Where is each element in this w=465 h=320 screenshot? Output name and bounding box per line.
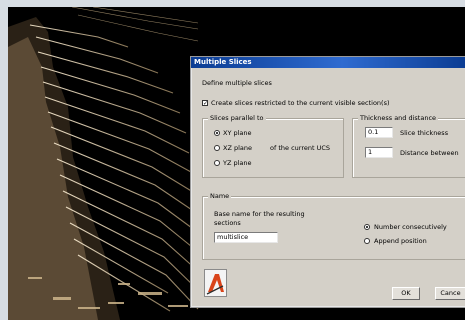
slice-thickness-label: Slice thickness	[400, 129, 449, 137]
number-consecutively-radio[interactable]	[364, 224, 370, 230]
append-position-label: Append position	[374, 237, 427, 245]
xz-plane-radio[interactable]	[214, 145, 220, 151]
dialog-title: Multiple Slices	[191, 57, 465, 68]
app-frame: Multiple Slices Define multiple slices ✓…	[0, 0, 465, 320]
xy-plane-radio[interactable]	[214, 130, 220, 136]
dialog-subtitle: Define multiple slices	[202, 79, 272, 87]
base-name-label-line2: sections	[214, 219, 241, 227]
slices-parallel-title: Slices parallel to	[208, 114, 266, 122]
slice-thickness-field[interactable]: 0.1	[365, 127, 393, 138]
number-consecutively-label: Number consecutively	[374, 223, 447, 231]
distance-between-label: Distance between	[400, 149, 459, 157]
cancel-button[interactable]: Cance	[435, 287, 465, 300]
xy-plane-label: XY plane	[223, 129, 252, 137]
xz-plane-label: XZ plane	[223, 144, 253, 152]
name-group-title: Name	[208, 192, 232, 200]
append-position-radio[interactable]	[364, 238, 370, 244]
restrict-slices-checkbox[interactable]: ✓	[202, 100, 208, 107]
yz-plane-radio[interactable]	[214, 160, 220, 166]
distance-between-field[interactable]: 1	[365, 147, 393, 158]
thickness-distance-group: Thickness and distance 0.1 Slice thickne…	[352, 114, 465, 178]
base-name-input[interactable]: multislice	[214, 232, 278, 243]
application-logo-icon	[204, 269, 227, 297]
thickness-distance-title: Thickness and distance	[358, 114, 439, 122]
ucs-note: of the current UCS	[270, 144, 331, 152]
multiple-slices-dialog: Multiple Slices Define multiple slices ✓…	[190, 56, 465, 308]
ok-button[interactable]: OK	[392, 287, 420, 300]
base-name-label-line1: Base name for the resulting	[214, 210, 305, 218]
yz-plane-label: YZ plane	[223, 159, 252, 167]
name-group: Name Base name for the resulting section…	[202, 192, 465, 260]
slices-parallel-group: Slices parallel to XY plane XZ plane YZ …	[202, 114, 344, 178]
restrict-slices-label: Create slices restricted to the current …	[211, 99, 390, 107]
